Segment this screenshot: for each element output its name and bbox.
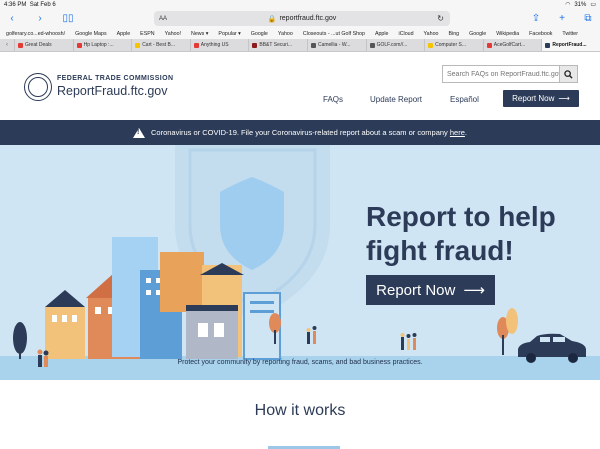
favorites-bar: golferary.co...ed-whoosh/ Google Maps Ap…	[0, 28, 600, 39]
tab-favicon	[545, 42, 551, 48]
browser-tab[interactable]: Great Deals	[14, 39, 73, 51]
hero-headline-line-1: Report to help	[366, 201, 556, 232]
favorite-item[interactable]: Yahoo	[278, 31, 293, 37]
new-tab-icon[interactable]: +	[554, 13, 570, 24]
search-icon	[564, 69, 573, 79]
hero-caption: Protect your community by reporting frau…	[177, 359, 423, 366]
alert-text: Coronavirus or COVID-19. File your Coron…	[151, 128, 448, 137]
browser-tab[interactable]: Camellia - W...	[306, 39, 366, 51]
tab-label: BB&T Securi...	[259, 42, 293, 48]
status-bar: 4:36 PM Sat Feb 6 ◠ 31% ▭	[0, 0, 600, 9]
header-report-now-button[interactable]: Report Now ⟶	[503, 90, 579, 107]
tab-favicon	[18, 42, 23, 48]
favorite-item[interactable]: Bing	[448, 31, 459, 37]
favorite-item[interactable]: Yahoo!	[165, 31, 181, 37]
nav-update-report[interactable]: Update Report	[370, 95, 422, 104]
share-icon[interactable]: ⇪	[528, 13, 544, 24]
tab-favicon	[252, 42, 258, 48]
tab-bar: ‹ Great Deals Hp Laptop :... Cart - Best…	[0, 39, 600, 52]
tab-label: Hp Laptop :...	[83, 42, 114, 48]
browser-toolbar: ‹ › ▯▯ AA 🔒 reportfraud.ftc.gov ↻ ⇪ + ⧉	[0, 9, 600, 28]
favorite-item[interactable]: News ▾	[191, 31, 208, 37]
tab-label: GOLF.com//...	[376, 42, 408, 48]
agency-name: FEDERAL TRADE COMMISSION	[57, 75, 174, 82]
tab-label: ReportFraud...	[552, 42, 587, 48]
covid-alert-banner: Coronavirus or COVID-19. File your Coron…	[0, 120, 600, 145]
warning-icon	[133, 127, 145, 138]
back-icon[interactable]: ‹	[4, 13, 20, 24]
tab-favicon	[486, 42, 492, 48]
arrow-right-icon: ⟶	[558, 94, 570, 103]
tab-label: Great Deals	[25, 42, 52, 48]
tab-label: Computer S...	[435, 42, 467, 48]
forward-icon[interactable]: ›	[32, 13, 48, 24]
browser-tab[interactable]: Anything US	[189, 39, 249, 51]
tab-favicon	[135, 42, 141, 48]
tab-favicon	[193, 42, 199, 48]
address-bar[interactable]: AA 🔒 reportfraud.ftc.gov ↻	[154, 11, 450, 26]
battery-percent: 31%	[574, 1, 587, 8]
wifi-icon: ◠	[565, 2, 571, 8]
favorite-item[interactable]: Wikipedia	[496, 31, 519, 37]
favorite-item[interactable]: Apple	[117, 31, 131, 37]
browser-tab[interactable]: AceGolfCart...	[482, 39, 542, 51]
favorite-item[interactable]: Google	[251, 31, 268, 37]
tab-favicon	[76, 42, 82, 48]
tab-label: Anything US	[200, 42, 229, 48]
search-button[interactable]	[559, 66, 577, 82]
alert-end: .	[464, 128, 467, 137]
tab-favicon	[428, 42, 434, 48]
browser-tab-active[interactable]: ReportFraud...	[541, 39, 600, 51]
browser-tab[interactable]: Computer S...	[424, 39, 483, 51]
address-url: reportfraud.ftc.gov	[279, 15, 337, 22]
hero-report-now-button[interactable]: Report Now ⟶	[366, 275, 495, 305]
favorite-item[interactable]: Apple	[375, 31, 389, 37]
favorite-item[interactable]: Facebook	[529, 31, 552, 37]
tab-scroll-left-icon[interactable]: ‹	[0, 39, 14, 51]
site-name[interactable]: ReportFraud.ftc.gov	[57, 84, 167, 98]
favorite-item[interactable]: Twitter	[562, 31, 578, 37]
search-input[interactable]	[443, 66, 560, 82]
tab-label: AceGolfCart...	[493, 42, 526, 48]
tab-overview-icon[interactable]: ⧉	[580, 13, 596, 24]
favorite-item[interactable]: Google Maps	[75, 31, 107, 37]
favorite-item[interactable]: golferary.co...ed-whoosh/	[6, 31, 65, 37]
hero-report-now-label: Report Now	[376, 281, 456, 299]
favorite-item[interactable]: Closeouts - ...ut Golf Shop	[303, 31, 365, 37]
tab-favicon	[369, 42, 375, 48]
car-icon	[518, 333, 586, 357]
tab-label: Cart - Best B...	[142, 42, 175, 48]
status-date: Sat Feb 6	[29, 1, 56, 8]
reload-icon[interactable]: ↻	[437, 14, 444, 23]
how-it-works-heading: How it works	[254, 402, 346, 419]
tab-favicon	[310, 42, 316, 48]
alert-here-link[interactable]: here	[450, 128, 465, 137]
browser-tab[interactable]: BB&T Securi...	[248, 39, 307, 51]
status-time: 4:36 PM	[4, 1, 27, 8]
favorite-item[interactable]: Google	[469, 31, 486, 37]
nav-faqs[interactable]: FAQs	[323, 95, 343, 104]
ftc-seal-logo[interactable]	[24, 73, 52, 101]
favorite-item[interactable]: ESPN	[140, 31, 154, 37]
hero-section: Report to help fight fraud! Report Now ⟶…	[0, 145, 600, 380]
nav-espanol[interactable]: Español	[450, 95, 479, 104]
site-header: FEDERAL TRADE COMMISSION ReportFraud.ftc…	[0, 53, 600, 120]
search-box	[442, 65, 578, 83]
hero-headline: Report to help fight fraud!	[366, 200, 556, 268]
bookmarks-icon[interactable]: ▯▯	[60, 13, 76, 24]
browser-tab[interactable]: Cart - Best B...	[131, 39, 190, 51]
report-now-label: Report Now	[512, 94, 555, 103]
favorite-item[interactable]: Popular ▾	[218, 31, 240, 37]
lock-icon: 🔒	[267, 15, 277, 23]
favorite-item[interactable]: Yahoo	[424, 31, 439, 37]
arrow-right-icon: ⟶	[463, 282, 485, 299]
battery-icon: ▭	[590, 2, 596, 8]
reader-options-button[interactable]: AA	[159, 16, 167, 22]
tab-label: Camellia - W...	[317, 42, 351, 48]
hero-headline-line-2: fight fraud!	[366, 235, 514, 266]
browser-tab[interactable]: GOLF.com//...	[365, 39, 425, 51]
favorite-item[interactable]: iCloud	[399, 31, 414, 37]
browser-tab[interactable]: Hp Laptop :...	[72, 39, 132, 51]
